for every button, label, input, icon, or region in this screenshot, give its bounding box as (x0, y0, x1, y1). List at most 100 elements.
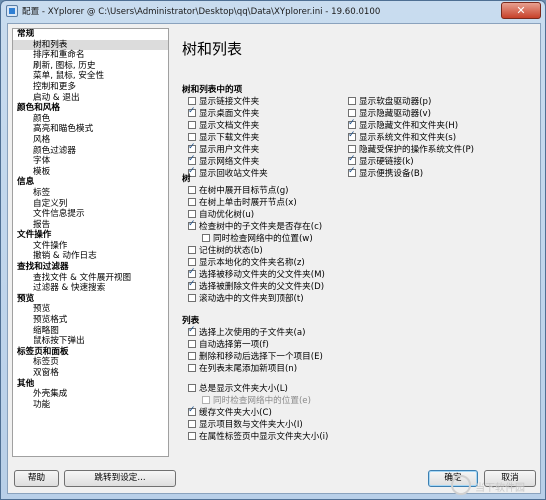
checked-box-icon[interactable] (188, 154, 196, 165)
checked-box-icon[interactable] (188, 405, 196, 416)
option-checkbox[interactable]: 显示软盘驱动器(p) (348, 95, 431, 107)
unchecked-box-icon[interactable] (188, 120, 196, 129)
checked-box-icon[interactable] (348, 130, 356, 141)
nav-item[interactable]: 标签 (13, 188, 168, 199)
nav-item[interactable]: 文件操作 (13, 241, 168, 252)
checked-box-icon[interactable] (188, 219, 196, 230)
unchecked-box-icon[interactable] (188, 339, 196, 348)
nav-category[interactable]: 查找和过滤器 (13, 262, 168, 273)
nav-item[interactable]: 过滤器 & 快速搜索 (13, 283, 168, 294)
unchecked-box-icon[interactable] (348, 108, 356, 117)
nav-category[interactable]: 其他 (13, 379, 168, 390)
option-checkbox[interactable]: 显示文档文件夹 (188, 119, 259, 131)
unchecked-box-icon[interactable] (348, 96, 356, 105)
checked-box-icon[interactable] (348, 118, 356, 129)
option-checkbox[interactable]: 显示下载文件夹 (188, 131, 259, 143)
option-checkbox[interactable]: 检查树中的子文件夹是否存在(c) (188, 219, 322, 232)
unchecked-box-icon[interactable] (188, 132, 196, 141)
option-checkbox[interactable]: 自动优化树(u) (188, 208, 254, 220)
unchecked-box-icon[interactable] (188, 209, 196, 218)
option-checkbox[interactable]: 选择被移动文件夹的父文件夹(M) (188, 267, 325, 280)
nav-item[interactable]: 控制和更多 (13, 82, 168, 93)
checked-box-icon[interactable] (348, 166, 356, 177)
checked-box-icon[interactable] (188, 279, 196, 290)
option-checkbox[interactable]: 缓存文件夹大小(C) (188, 405, 272, 418)
nav-item[interactable]: 风格 (13, 135, 168, 146)
option-checkbox[interactable]: 显示便携设备(B) (348, 166, 423, 179)
nav-category[interactable]: 文件操作 (13, 230, 168, 241)
nav-item[interactable]: 颜色 (13, 114, 168, 125)
option-checkbox[interactable]: 在列表末尾添加新项目(n) (188, 362, 297, 374)
category-tree[interactable]: 常规 树和列表 排序和重命名 刷新, 图标, 历史 菜单, 鼠标, 安全性 控制和更多 启动… (12, 28, 169, 457)
option-checkbox[interactable]: 显示本地化的文件夹名称(z) (188, 256, 305, 268)
option-checkbox[interactable]: 在树中展开目标节点(g) (188, 184, 289, 196)
unchecked-box-icon[interactable] (188, 383, 196, 392)
option-checkbox[interactable]: 同时检查网络中的位置(w) (202, 232, 313, 244)
nav-item[interactable]: 预览 (13, 304, 168, 315)
option-checkbox[interactable]: 显示硬链接(k) (348, 154, 414, 167)
unchecked-box-icon[interactable] (188, 96, 196, 105)
nav-item[interactable]: 报告 (13, 220, 168, 231)
option-checkbox[interactable]: 显示网络文件夹 (188, 154, 259, 167)
nav-item[interactable]: 外壳集成 (13, 389, 168, 400)
checked-box-icon[interactable] (188, 325, 196, 336)
checked-box-icon[interactable] (188, 267, 196, 278)
nav-item[interactable]: 预览格式 (13, 315, 168, 326)
nav-item[interactable]: 文件信息提示 (13, 209, 168, 220)
option-checkbox[interactable]: 显示桌面文件夹 (188, 106, 259, 119)
nav-category[interactable]: 颜色和风格 (13, 103, 168, 114)
nav-item[interactable]: 双窗格 (13, 368, 168, 379)
unchecked-box-icon[interactable] (188, 363, 196, 372)
unchecked-box-icon[interactable] (188, 351, 196, 360)
nav-category[interactable]: 常规 (13, 29, 168, 40)
option-checkbox[interactable]: 选择上次使用的子文件夹(a) (188, 325, 306, 338)
nav-category[interactable]: 信息 (13, 177, 168, 188)
nav-item[interactable]: 自定义列 (13, 199, 168, 210)
nav-item[interactable]: 启动 & 退出 (13, 93, 168, 104)
nav-item[interactable]: 颜色过滤器 (13, 146, 168, 157)
option-checkbox[interactable]: 总是显示文件夹大小(L) (188, 382, 288, 394)
unchecked-box-icon[interactable] (188, 431, 196, 440)
nav-item[interactable]: 树和列表 (13, 39, 168, 51)
nav-item[interactable]: 字体 (13, 156, 168, 167)
nav-item[interactable]: 缩略图 (13, 326, 168, 337)
unchecked-box-icon[interactable] (188, 293, 196, 302)
option-checkbox[interactable]: 显示系统文件和文件夹(s) (348, 130, 456, 143)
option-checkbox[interactable]: 隐藏受保护的操作系统文件(P) (348, 143, 474, 155)
unchecked-box-icon[interactable] (202, 233, 210, 242)
nav-item[interactable]: 标签页 (13, 357, 168, 368)
option-checkbox[interactable]: 删除和移动后选择下一个项目(E) (188, 350, 323, 362)
nav-item[interactable]: 菜单, 鼠标, 安全性 (13, 71, 168, 82)
unchecked-box-icon[interactable] (188, 245, 196, 254)
nav-item[interactable]: 鼠标按下弹出 (13, 336, 168, 347)
checked-box-icon[interactable] (348, 154, 356, 165)
nav-item[interactable]: 高亮和瞄色模式 (13, 124, 168, 135)
checked-box-icon[interactable] (188, 142, 196, 153)
option-checkbox[interactable]: 显示回收站文件夹 (188, 166, 268, 179)
help-button[interactable]: 帮助 (14, 470, 59, 487)
nav-category[interactable]: 预览 (13, 294, 168, 305)
option-checkbox[interactable]: 记住树的状态(b) (188, 244, 263, 256)
option-checkbox[interactable]: 在属性标签页中显示文件夹大小(i) (188, 430, 328, 442)
nav-item[interactable]: 刷新, 图标, 历史 (13, 61, 168, 72)
nav-item[interactable]: 排序和重命名 (13, 50, 168, 61)
unchecked-box-icon[interactable] (188, 197, 196, 206)
nav-item[interactable]: 模板 (13, 167, 168, 178)
option-checkbox[interactable]: 显示隐藏文件和文件夹(H) (348, 118, 458, 131)
checked-box-icon[interactable] (188, 106, 196, 117)
option-checkbox[interactable]: 显示隐藏驱动器(v) (348, 107, 431, 119)
nav-category[interactable]: 标签页和面板 (13, 347, 168, 358)
option-checkbox[interactable]: 自动选择第一项(f) (188, 338, 269, 350)
option-checkbox[interactable]: 显示用户文件夹 (188, 142, 259, 155)
option-checkbox[interactable]: 滚动选中的文件夹到顶部(t) (188, 292, 304, 304)
option-checkbox[interactable]: 同时检查网络中的位置(e) (202, 394, 311, 406)
nav-item[interactable]: 撤销 & 动作日志 (13, 251, 168, 262)
title-bar[interactable]: 配置 - XYplorer @ C:\Users\Administrator\D… (1, 1, 545, 21)
option-checkbox[interactable]: 显示链接文件夹 (188, 95, 259, 107)
nav-item[interactable]: 查找文件 & 文件展开视图 (13, 273, 168, 284)
unchecked-box-icon[interactable] (188, 257, 196, 266)
jump-to-setting-button[interactable]: 跳转到设定... (64, 470, 176, 487)
close-button[interactable]: ✕ (501, 2, 541, 19)
option-checkbox[interactable]: 选择被删除文件夹的父文件夹(D) (188, 279, 324, 292)
option-checkbox[interactable]: 显示项目数与文件夹大小(I) (188, 418, 303, 430)
